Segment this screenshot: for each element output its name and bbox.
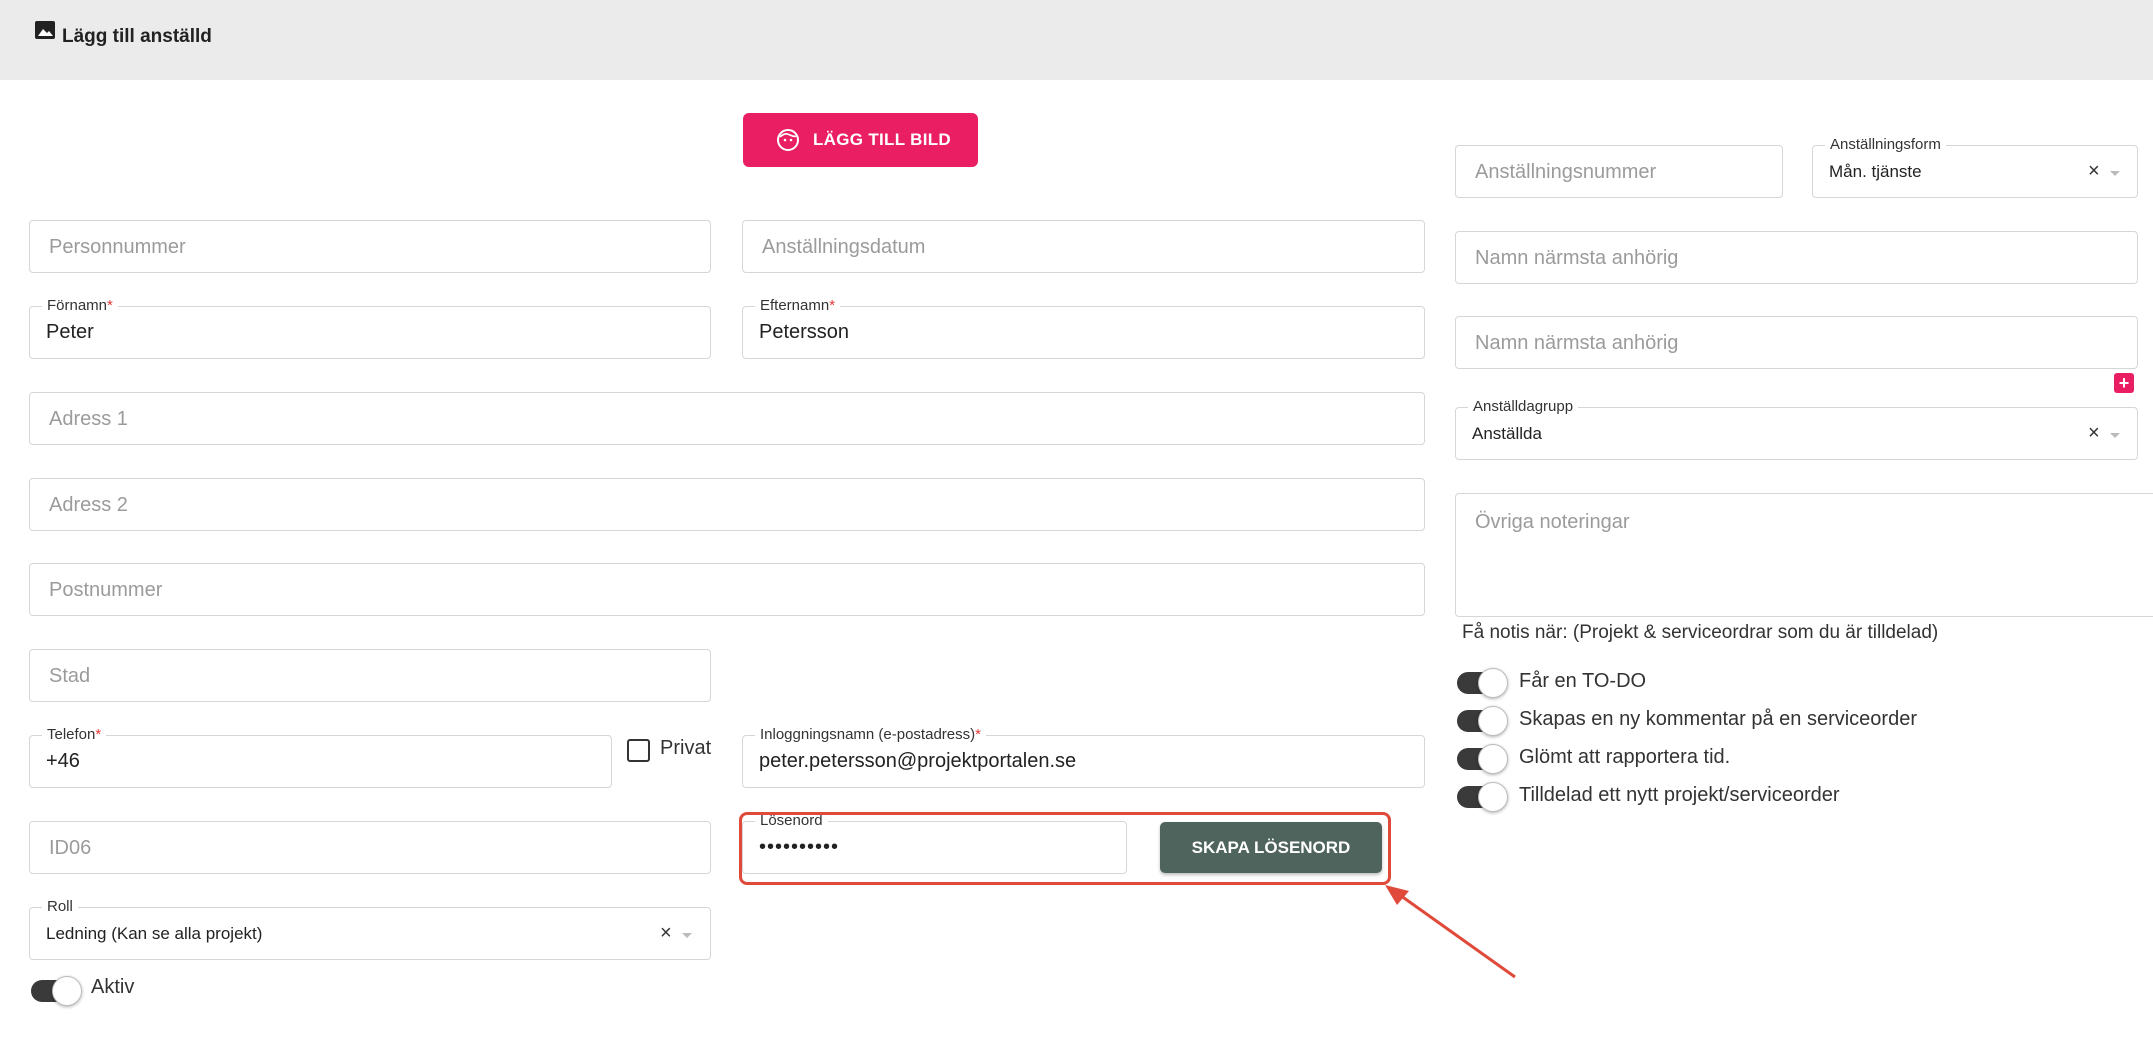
- adress1-placeholder: Adress 1: [49, 408, 128, 430]
- clear-icon[interactable]: ×: [660, 922, 672, 945]
- clear-icon[interactable]: ×: [2088, 422, 2100, 445]
- inloggningsnamn-value: peter.petersson@projektportalen.se: [759, 750, 1077, 772]
- privat-checkbox[interactable]: [627, 739, 650, 762]
- add-image-label: LÄGG TILL BILD: [813, 130, 951, 149]
- anstallningsdatum-field[interactable]: Anställningsdatum: [742, 220, 1425, 273]
- postnummer-placeholder: Postnummer: [49, 579, 163, 601]
- toggle-knob: [1478, 782, 1508, 812]
- personnummer-placeholder: Personnummer: [49, 236, 186, 258]
- telefon-field[interactable]: Telefon* +46: [29, 726, 612, 788]
- postnummer-field[interactable]: Postnummer: [29, 563, 1425, 616]
- highlight-box: [739, 812, 1391, 885]
- page-header: Lägg till anställd: [0, 0, 2153, 80]
- roll-label: Roll: [42, 898, 78, 916]
- fornamn-value: Peter: [46, 321, 94, 343]
- efternamn-value: Petersson: [759, 321, 850, 343]
- notify-time-label: Glömt att rapportera tid.: [1519, 746, 1731, 768]
- anstalldagrupp-label: Anställdagrupp: [1468, 398, 1579, 416]
- inloggningsnamn-field[interactable]: Inloggningsnamn (e-postadress)* peter.pe…: [742, 726, 1425, 788]
- efternamn-label: Efternamn*: [755, 297, 841, 315]
- personnummer-field[interactable]: Personnummer: [29, 220, 711, 273]
- privat-label: Privat: [660, 737, 712, 759]
- aktiv-label: Aktiv: [91, 976, 135, 998]
- roll-value: Ledning (Kan se alla projekt): [46, 924, 263, 943]
- aktiv-toggle[interactable]: [31, 976, 82, 1006]
- anhorig-placeholder: Namn närmsta anhörig: [1475, 247, 1679, 269]
- anstallningsform-select[interactable]: Anställningsform Mån. tjänste ×: [1812, 136, 2138, 198]
- notify-project-label: Tilldelad ett nytt projekt/serviceorder: [1519, 784, 1840, 806]
- telefon-label: Telefon*: [42, 726, 107, 744]
- chevron-down-icon[interactable]: [2110, 433, 2120, 438]
- adress2-placeholder: Adress 2: [49, 494, 128, 516]
- anhorig-placeholder: Namn närmsta anhörig: [1475, 332, 1679, 354]
- id06-placeholder: ID06: [49, 837, 92, 859]
- notify-todo-toggle[interactable]: [1457, 668, 1508, 698]
- add-relative-button[interactable]: +: [2114, 373, 2134, 393]
- notify-time-toggle[interactable]: [1457, 744, 1508, 774]
- notify-todo-label: Får en TO-DO: [1519, 670, 1647, 692]
- arrow-annotation: [1385, 885, 1516, 979]
- image-icon: [35, 21, 55, 39]
- add-image-button[interactable]: LÄGG TILL BILD: [743, 113, 978, 167]
- stad-placeholder: Stad: [49, 665, 91, 687]
- toggle-knob: [52, 976, 82, 1006]
- anstallningsform-label: Anställningsform: [1825, 136, 1946, 154]
- adress1-field[interactable]: Adress 1: [29, 392, 1425, 445]
- toggle-knob: [1478, 668, 1508, 698]
- id06-field[interactable]: ID06: [29, 821, 711, 874]
- telefon-value: +46: [46, 750, 80, 772]
- efternamn-field[interactable]: Efternamn* Petersson: [742, 297, 1425, 359]
- stad-field[interactable]: Stad: [29, 649, 711, 702]
- anstalldagrupp-value: Anställda: [1472, 424, 1542, 443]
- notify-project-toggle[interactable]: [1457, 782, 1508, 812]
- anstalldagrupp-select[interactable]: Anställdagrupp Anställda ×: [1455, 398, 2138, 460]
- ovriga-noteringar-textarea[interactable]: Övriga noteringar: [1455, 493, 2153, 617]
- roll-select[interactable]: Roll Ledning (Kan se alla projekt) ×: [29, 898, 711, 960]
- chevron-down-icon[interactable]: [2110, 171, 2120, 176]
- page-title: Lägg till anställd: [62, 26, 212, 47]
- clear-icon[interactable]: ×: [2088, 160, 2100, 183]
- anstallningsdatum-placeholder: Anställningsdatum: [762, 236, 926, 258]
- anstallningsnummer-field[interactable]: Anställningsnummer: [1455, 145, 1783, 198]
- anstallningsform-value: Mån. tjänste: [1829, 162, 1922, 181]
- notify-comment-toggle[interactable]: [1457, 706, 1508, 736]
- inloggningsnamn-label: Inloggningsnamn (e-postadress)*: [755, 726, 986, 744]
- face-icon: [777, 129, 799, 151]
- toggle-knob: [1478, 706, 1508, 736]
- notification-heading: Få notis när: (Projekt & serviceordrar s…: [1462, 622, 1939, 643]
- anstallningsnummer-placeholder: Anställningsnummer: [1475, 161, 1657, 183]
- adress2-field[interactable]: Adress 2: [29, 478, 1425, 531]
- chevron-down-icon[interactable]: [682, 933, 692, 938]
- ovriga-placeholder: Övriga noteringar: [1475, 511, 1630, 533]
- anhorig-field-2[interactable]: Namn närmsta anhörig: [1455, 316, 2138, 369]
- fornamn-field[interactable]: Förnamn* Peter: [29, 297, 711, 359]
- notify-comment-label: Skapas en ny kommentar på en serviceorde…: [1519, 708, 1917, 730]
- fornamn-label: Förnamn*: [42, 297, 118, 315]
- toggle-knob: [1478, 744, 1508, 774]
- anhorig-field-1[interactable]: Namn närmsta anhörig: [1455, 231, 2138, 284]
